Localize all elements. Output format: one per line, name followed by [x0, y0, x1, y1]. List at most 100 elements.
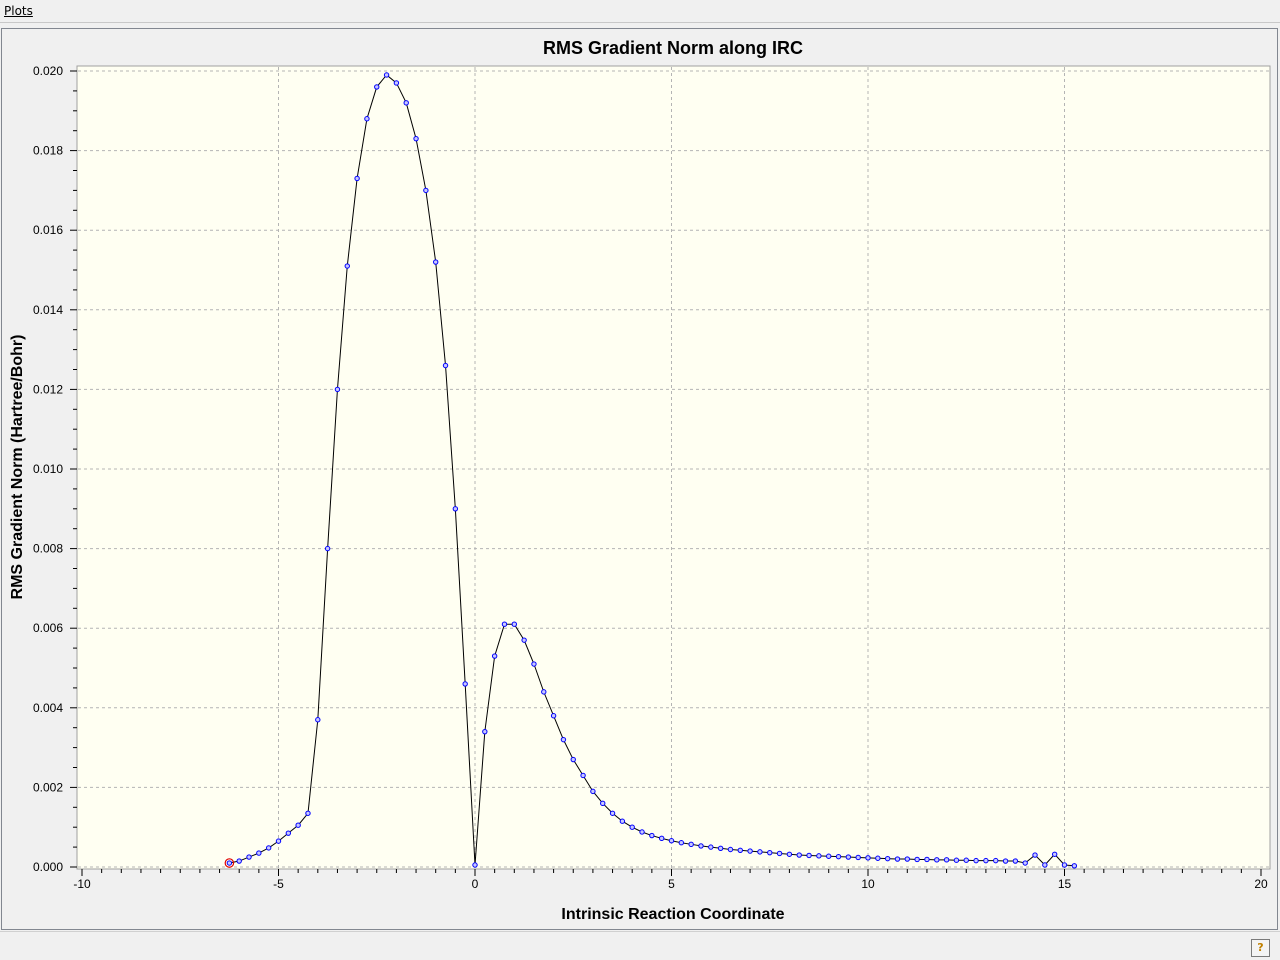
data-point: [305, 810, 311, 816]
data-point: [619, 818, 626, 824]
data-point: [472, 862, 478, 868]
data-point: [776, 850, 783, 857]
x-tick-label: 20: [1254, 877, 1268, 891]
y-tick-label: 0.018: [33, 144, 63, 158]
data-point: [236, 858, 242, 864]
data-point: [226, 860, 233, 866]
data-point: [894, 856, 901, 862]
data-point: [875, 855, 881, 861]
data-point: [1061, 862, 1068, 868]
data-point: [531, 661, 537, 667]
y-tick-labels: 0.000 0.002 0.004 0.006 0.008 0.010 0.012 0.014…: [33, 64, 63, 874]
data-point: [501, 621, 508, 627]
data-point: [983, 857, 989, 864]
data-point: [560, 736, 567, 743]
data-point: [658, 835, 665, 842]
y-tick-label: 0.010: [33, 462, 63, 476]
data-point: [452, 506, 459, 512]
data-point: [590, 788, 596, 795]
y-tick-label: 0.008: [33, 542, 63, 556]
data-point: [884, 855, 891, 862]
data-point: [904, 856, 910, 862]
status-bar: [0, 931, 1280, 960]
data-point: [1032, 852, 1038, 858]
data-point: [315, 717, 321, 723]
data-point: [914, 856, 920, 863]
data-point: [639, 829, 645, 835]
y-tick-label: 0.006: [33, 621, 63, 635]
y-tick-label: 0.000: [33, 860, 63, 874]
data-point: [570, 756, 576, 763]
help-icon: ?: [1257, 941, 1264, 954]
data-point: [737, 847, 743, 853]
data-point: [806, 852, 812, 859]
x-tick-label: 0: [472, 877, 479, 891]
menu-plots-label: Plots: [4, 4, 33, 18]
data-point: [953, 857, 960, 863]
data-point: [285, 830, 292, 836]
data-point: [541, 689, 547, 695]
data-point: [688, 841, 694, 848]
data-point: [275, 838, 282, 844]
x-axis-label: Intrinsic Reaction Coordinate: [561, 906, 784, 923]
menu-bar: Plots: [0, 0, 1280, 23]
data-point: [1071, 863, 1078, 869]
data-point: [1051, 851, 1058, 857]
data-point: [324, 545, 331, 552]
data-point: [265, 845, 272, 851]
data-point: [246, 854, 252, 860]
data-point: [344, 263, 350, 269]
chart-title: RMS Gradient Norm along IRC: [543, 38, 803, 58]
x-tick-label: -10: [73, 877, 91, 891]
data-point: [1002, 858, 1009, 864]
data-point: [354, 175, 360, 182]
data-point: [580, 772, 586, 779]
data-point: [934, 857, 940, 863]
data-point: [629, 824, 635, 830]
data-point: [708, 844, 714, 850]
x-tick-label: -5: [273, 877, 284, 891]
data-point: [973, 857, 979, 864]
plot-panel: RMS Gradient Norm along IRC -10 -5 0 5 10 15 2…: [1, 28, 1278, 930]
y-tick-label: 0.020: [33, 64, 63, 78]
data-point: [550, 713, 557, 719]
data-point: [727, 846, 734, 853]
y-tick-label: 0.014: [33, 303, 63, 317]
y-tick-label: 0.012: [33, 382, 63, 396]
data-point: [374, 84, 380, 90]
data-point: [364, 116, 370, 122]
y-tick-label: 0.002: [33, 780, 63, 794]
data-point: [383, 72, 390, 78]
y-tick-label: 0.004: [33, 701, 63, 715]
data-point: [521, 637, 527, 643]
data-point: [816, 853, 822, 859]
irc-chart: RMS Gradient Norm along IRC -10 -5 0 5 10 15 2…: [9, 38, 1271, 923]
data-point: [334, 386, 341, 393]
data-point: [600, 800, 606, 807]
x-tick-labels: -10 -5 0 5 10 15 20: [73, 877, 1268, 891]
data-point: [649, 832, 655, 839]
data-point: [403, 100, 409, 106]
data-point: [786, 851, 793, 857]
help-button[interactable]: ?: [1251, 939, 1270, 957]
data-point: [826, 853, 832, 859]
data-point: [609, 810, 616, 816]
menu-plots[interactable]: Plots: [4, 1, 33, 21]
data-point: [393, 80, 400, 86]
data-point: [678, 840, 685, 846]
x-tick-label: 10: [861, 877, 875, 891]
data-point: [924, 856, 930, 863]
data-point: [462, 681, 468, 687]
x-tick-label: 5: [668, 877, 675, 891]
y-axis-label: RMS Gradient Norm (Hartree/Bohr): [9, 335, 26, 600]
data-point: [747, 848, 753, 854]
y-tick-label: 0.016: [33, 223, 63, 237]
data-point: [963, 857, 969, 863]
data-point: [1022, 860, 1028, 866]
data-point: [413, 135, 419, 142]
data-point: [767, 849, 773, 856]
data-point: [993, 857, 999, 864]
data-point: [491, 653, 498, 659]
data-point: [865, 855, 871, 861]
data-point: [1042, 862, 1048, 868]
